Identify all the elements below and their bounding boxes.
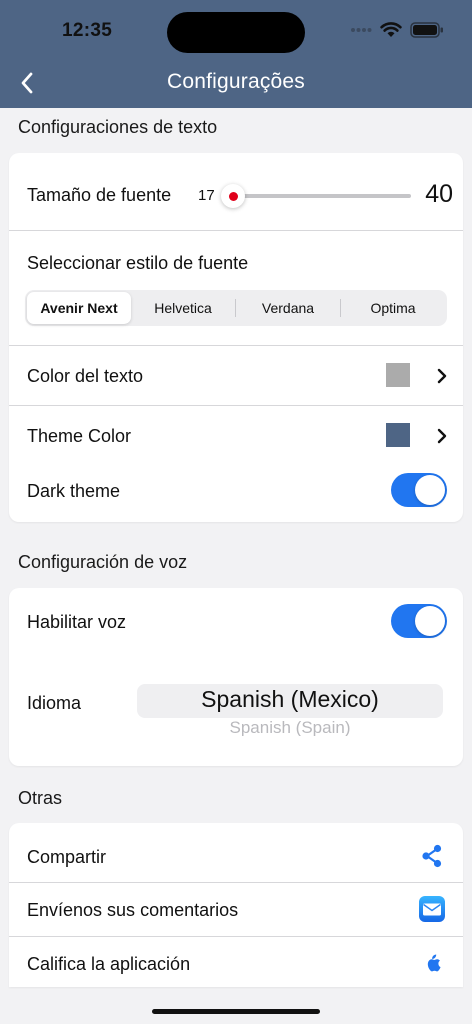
slider-min-label: 17 [198, 187, 215, 204]
font-size-slider-track[interactable] [233, 194, 411, 198]
theme-color-label: Theme Color [27, 426, 132, 446]
language-label: Idioma [27, 693, 82, 713]
text-settings-card: Tamaño de fuente 17 40 Seleccionar estil… [9, 153, 463, 522]
chevron-right-icon[interactable] [435, 428, 449, 444]
status-time: 12:35 [62, 20, 113, 41]
font-style-segmented-control: Avenir Next Helvetica Verdana Optima [25, 290, 447, 326]
status-icons [350, 22, 444, 38]
share-row[interactable]: Compartir [9, 823, 463, 882]
font-size-label: Tamaño de fuente [27, 185, 172, 205]
text-color-swatch [386, 363, 410, 387]
enable-voice-row: Habilitar voz [9, 588, 463, 654]
segment-verdana[interactable]: Verdana [236, 292, 340, 324]
wifi-icon [380, 22, 402, 37]
enable-voice-label: Habilitar voz [27, 612, 127, 632]
apple-icon[interactable] [425, 954, 441, 972]
dynamic-island [167, 12, 305, 53]
segment-avenir-next[interactable]: Avenir Next [27, 292, 131, 324]
rate-app-label: Califica la aplicación [27, 954, 191, 974]
feedback-label: Envíenos sus comentarios [27, 900, 239, 920]
theme-color-swatch [386, 423, 410, 447]
font-style-label: Seleccionar estilo de fuente [27, 253, 249, 273]
section-header-other: Otras [18, 788, 63, 808]
share-label: Compartir [27, 847, 107, 867]
chevron-right-icon[interactable] [435, 368, 449, 384]
language-picker[interactable]: Spanish (Mexico) Spanish (Spain) [137, 684, 443, 736]
section-header-text-settings: Configuraciones de texto [18, 117, 218, 137]
battery-icon [410, 22, 443, 38]
theme-color-row[interactable]: Theme Color [9, 406, 463, 462]
text-color-row[interactable]: Color del texto [9, 346, 463, 405]
navigation-header: 12:35 Configurações [0, 0, 472, 108]
font-size-slider-thumb[interactable] [221, 184, 245, 208]
cellular-signal-icon [351, 28, 372, 32]
voice-settings-card: Habilitar voz Idioma Spanish (Mexico) Sp… [9, 588, 463, 766]
picker-next-option[interactable]: Spanish (Spain) [137, 718, 443, 736]
font-size-row: Tamaño de fuente 17 40 [9, 153, 463, 231]
mail-icon[interactable] [419, 896, 445, 922]
share-icon[interactable] [421, 844, 443, 868]
segment-helvetica[interactable]: Helvetica [131, 292, 235, 324]
rate-app-row[interactable]: Califica la aplicación [9, 937, 463, 987]
feedback-row[interactable]: Envíenos sus comentarios [9, 883, 463, 936]
dark-theme-toggle[interactable] [391, 473, 447, 507]
segment-optima[interactable]: Optima [341, 292, 445, 324]
picker-selected-option[interactable]: Spanish (Mexico) [137, 686, 443, 713]
home-indicator [152, 1009, 320, 1014]
slider-max-label: 40 [425, 180, 453, 208]
enable-voice-toggle[interactable] [391, 604, 447, 638]
section-header-voice-settings: Configuración de voz [18, 552, 188, 572]
other-card: Compartir Envíenos sus comentarios Calif… [9, 823, 463, 987]
page-title: Configurações [166, 70, 305, 93]
font-style-row: Seleccionar estilo de fuente [9, 231, 463, 346]
dark-theme-row: Dark theme [9, 462, 463, 522]
dark-theme-label: Dark theme [27, 481, 121, 501]
text-color-label: Color del texto [27, 366, 144, 386]
